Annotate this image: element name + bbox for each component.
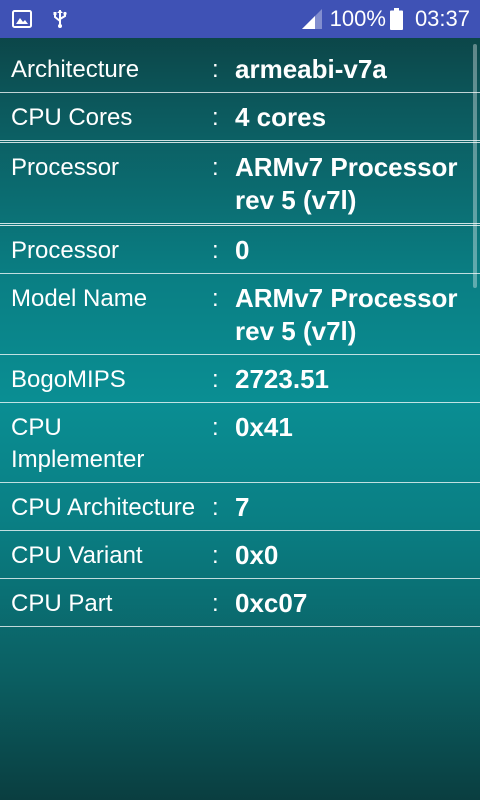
clock: 03:37 — [414, 6, 470, 31]
battery-percent: 100% — [329, 6, 386, 31]
row-separator: : — [212, 285, 219, 312]
row-label: BogoMIPS — [11, 366, 126, 393]
scrollbar[interactable] — [473, 44, 477, 288]
status-bar: 100% 03:37 — [0, 0, 480, 38]
row-label: Model Name — [11, 285, 148, 312]
list-item: CPU Architecture : 7 — [0, 483, 480, 531]
list-item: CPU Variant : 0x0 — [0, 531, 480, 579]
row-label: CPU Variant — [11, 542, 143, 569]
row-label: Processor — [11, 154, 120, 181]
row-separator: : — [212, 494, 219, 521]
row-value: ARMv7 Processor rev 5 (v7l) — [235, 152, 458, 215]
cpu-info-list[interactable]: Architecture : armeabi-v7a CPU Cores : 4… — [0, 45, 480, 627]
row-value: armeabi-v7a — [235, 54, 387, 84]
notification-icons — [12, 9, 70, 29]
row-separator: : — [212, 154, 219, 181]
row-label: CPU Part — [11, 590, 113, 617]
list-item: Architecture : armeabi-v7a — [0, 45, 480, 93]
row-label: CPU Cores — [11, 104, 133, 131]
row-value: 2723.51 — [235, 364, 329, 394]
row-value: 4 cores — [235, 102, 327, 132]
row-separator: : — [212, 237, 219, 264]
list-item: Processor : ARMv7 Processor rev 5 (v7l) — [0, 143, 480, 226]
system-status: 100% 03:37 — [300, 6, 470, 32]
usb-icon — [53, 10, 67, 28]
row-value: 0x41 — [235, 412, 293, 442]
list-item: CPU Implementer : 0x41 — [0, 403, 480, 483]
row-separator: : — [212, 590, 219, 617]
image-icon — [12, 10, 32, 28]
list-item: CPU Cores : 4 cores — [0, 93, 480, 143]
row-value: 0xc07 — [235, 588, 308, 618]
row-separator: : — [212, 366, 219, 393]
row-separator: : — [212, 56, 219, 83]
row-separator: : — [212, 104, 219, 131]
list-item: CPU Part : 0xc07 — [0, 579, 480, 627]
row-value: 7 — [235, 492, 250, 522]
row-value: ARMv7 Processor rev 5 (v7l) — [235, 283, 458, 346]
row-value: 0x0 — [235, 540, 279, 570]
row-label: CPU Architecture — [11, 494, 196, 521]
list-item: Processor : 0 — [0, 226, 480, 274]
row-label: Processor — [11, 237, 120, 264]
row-label: CPU Implementer — [11, 414, 145, 473]
signal-icon — [301, 9, 322, 29]
list-item: Model Name : ARMv7 Processor rev 5 (v7l) — [0, 274, 480, 355]
row-value: 0 — [235, 235, 250, 265]
row-label: Architecture — [11, 56, 140, 83]
row-separator: : — [212, 542, 219, 569]
battery-icon — [389, 8, 403, 30]
list-item: BogoMIPS : 2723.51 — [0, 355, 480, 403]
row-separator: : — [212, 414, 219, 441]
